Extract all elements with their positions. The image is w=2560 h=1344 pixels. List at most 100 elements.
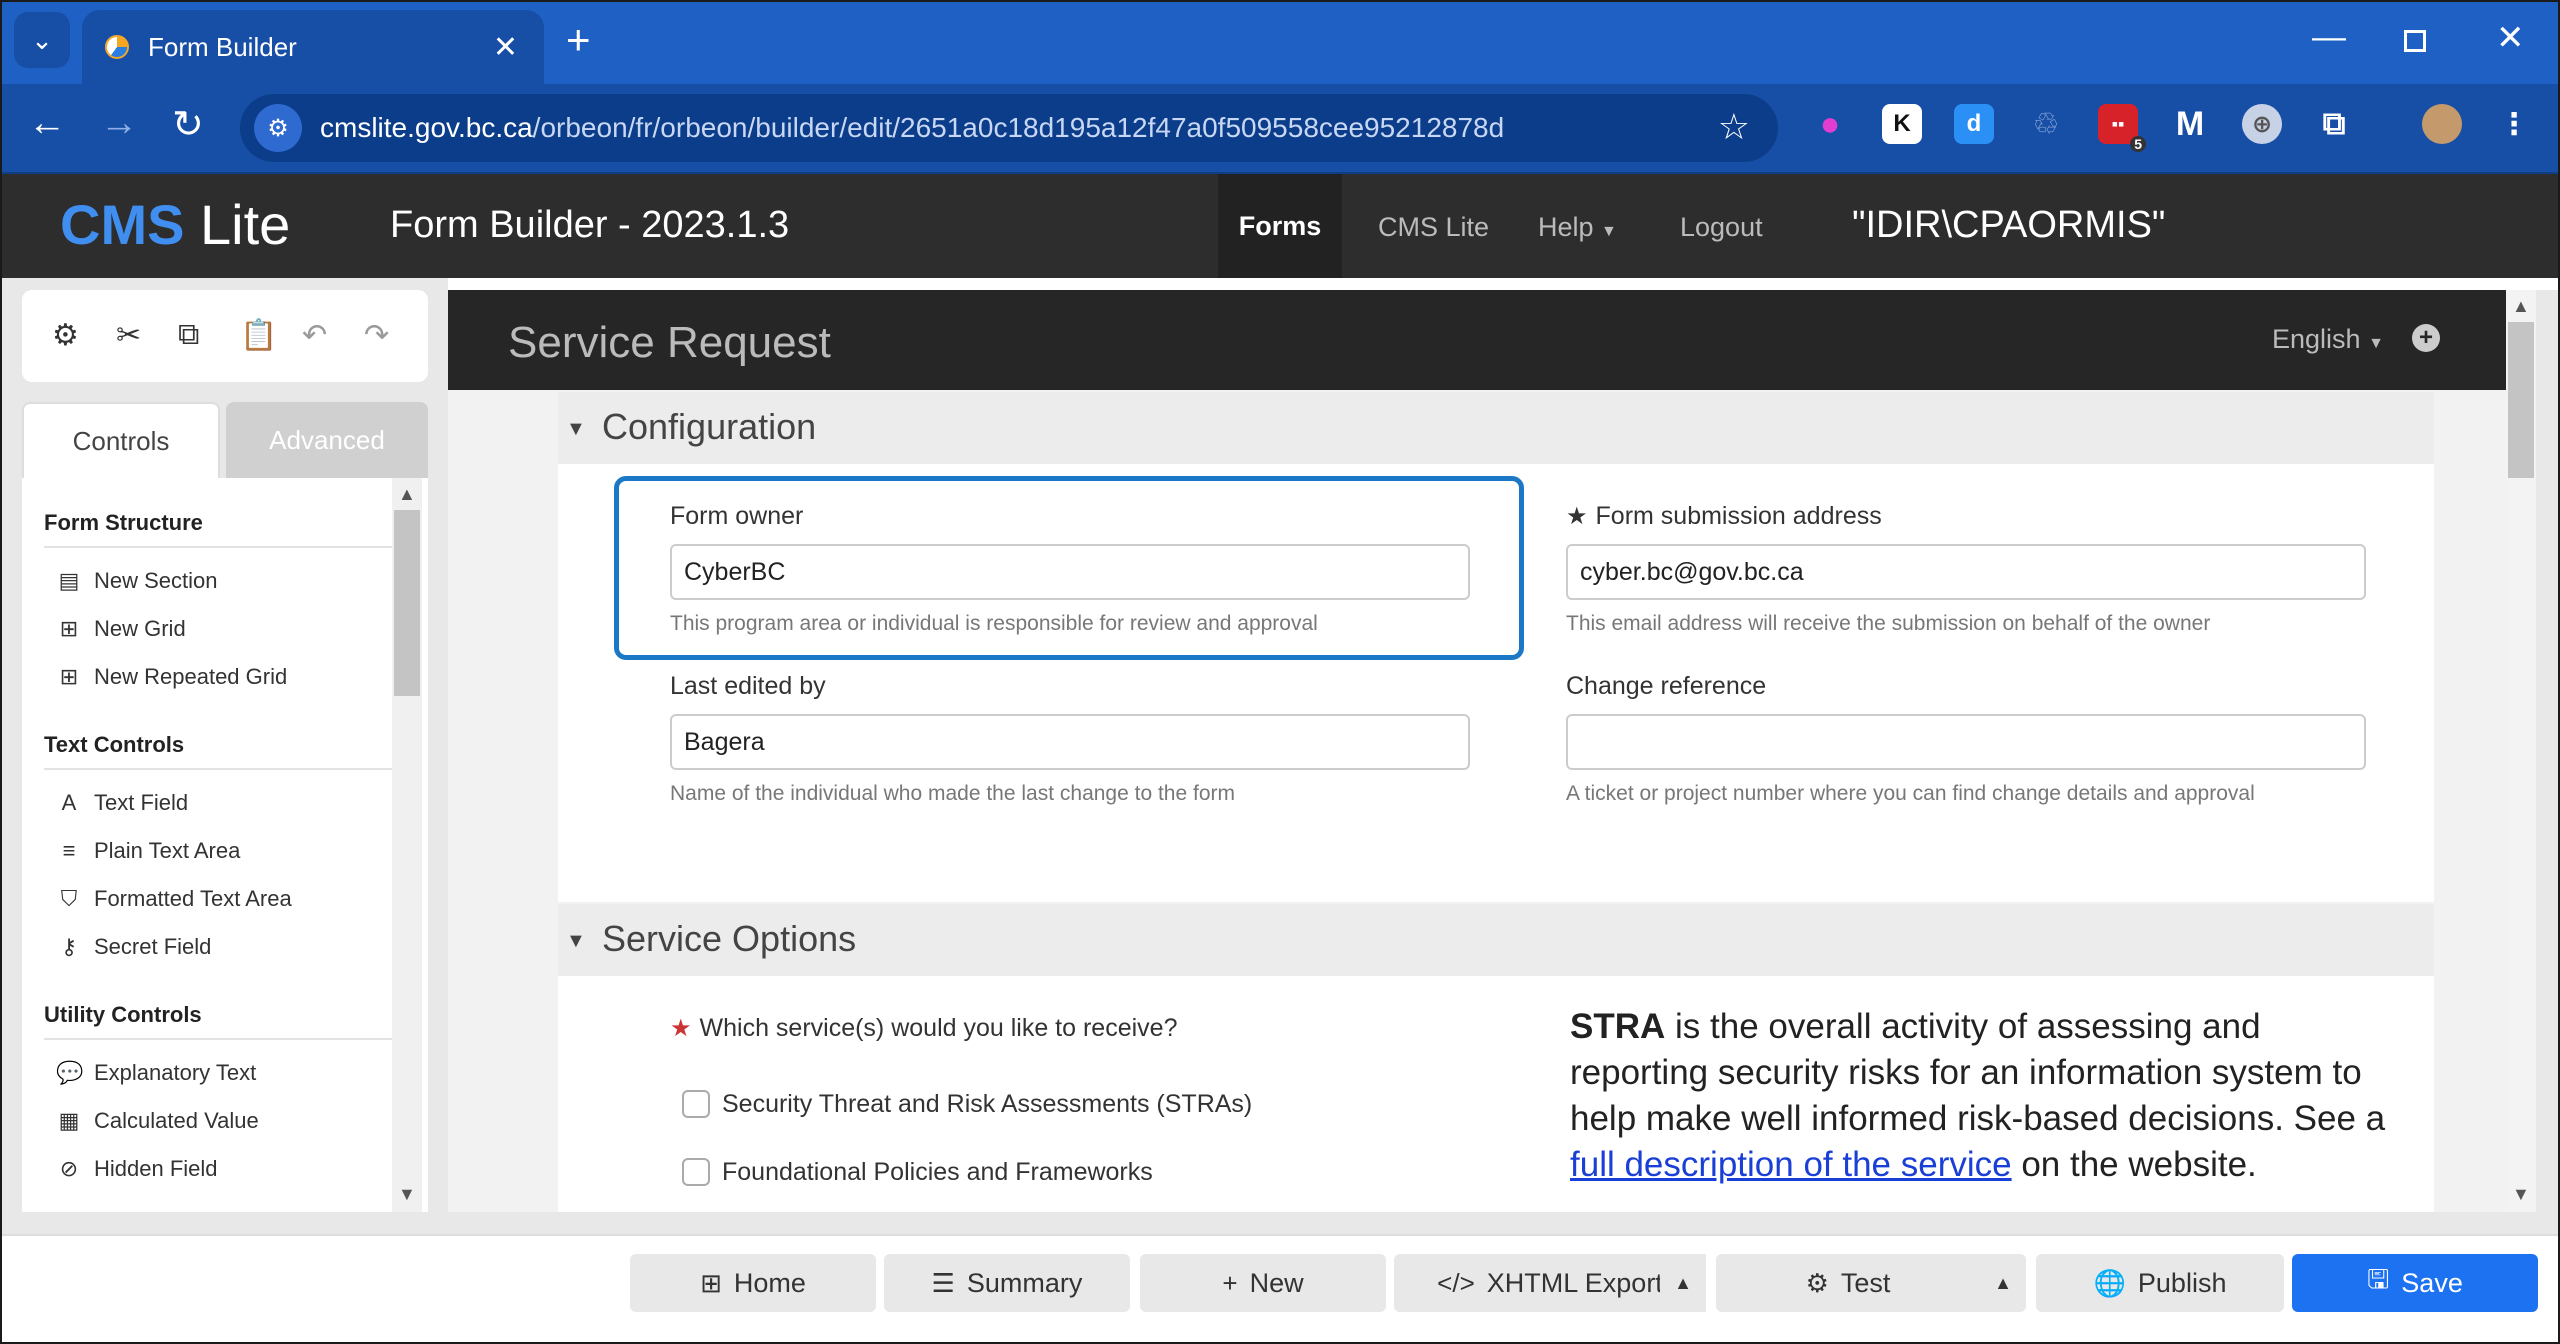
caret-down-icon: ▼ (2368, 335, 2384, 352)
submission-address-help: This email address will receive the subm… (1566, 612, 2211, 635)
redo-icon[interactable]: ↷ (364, 318, 389, 353)
brand-logo[interactable]: CMS Lite (60, 192, 290, 257)
reload-icon[interactable]: ↻ (172, 102, 204, 147)
palette-new-grid[interactable]: ⊞ New Grid (56, 616, 186, 642)
eye-slash-icon: ⊘ (59, 1156, 79, 1181)
publish-button[interactable]: 🌐 Publish (2036, 1254, 2284, 1312)
malwarebytes-icon[interactable]: M (2170, 104, 2210, 144)
browser-menu-icon[interactable]: ⋮ (2494, 104, 2534, 144)
collapse-caret-icon[interactable]: ▼ (566, 930, 586, 953)
explanation-clip: STRA is the overall activity of assessin… (1570, 1004, 2400, 1212)
tab-controls[interactable]: Controls (22, 402, 220, 478)
extension-recycle-icon[interactable]: ♲ (2026, 104, 2066, 144)
nav-logout[interactable]: Logout (1680, 212, 1763, 243)
checkbox-stra[interactable] (682, 1090, 710, 1118)
checkbox-policies-label[interactable]: Foundational Policies and Frameworks (722, 1158, 1153, 1187)
sidebar-tabs: Controls Advanced (22, 402, 428, 478)
firefox-favicon-icon (102, 32, 132, 62)
settings-gears-icon[interactable]: ⚙ (52, 318, 79, 353)
last-edited-help: Name of the individual who made the last… (670, 782, 1235, 805)
list-icon: ☰ (931, 1267, 955, 1298)
palette-explanatory-text[interactable]: 💬 Explanatory Text (56, 1060, 256, 1086)
grid-icon: ⊞ (59, 616, 79, 641)
scroll-down-icon[interactable]: ▼ (2512, 1184, 2530, 1205)
checkbox-policies[interactable] (682, 1158, 710, 1186)
undo-icon[interactable]: ↶ (302, 318, 327, 353)
service-description-link[interactable]: full description of the service (1570, 1145, 2012, 1184)
save-button[interactable]: 🖫 Save (2292, 1254, 2538, 1312)
submission-address-label: ★ Form submission address (1566, 502, 1882, 530)
close-tab-icon[interactable]: ✕ (493, 30, 518, 65)
palette-secret-field[interactable]: ⚷ Secret Field (56, 934, 211, 960)
language-selector[interactable]: English ▼ (2272, 324, 2384, 355)
palette-calculated-value[interactable]: ▦ Calculated Value (56, 1108, 259, 1134)
palette-new-section[interactable]: ▤ New Section (56, 568, 218, 594)
extension-globe-icon[interactable]: ⊕ (2242, 104, 2282, 144)
divider (44, 1038, 394, 1040)
cut-icon[interactable]: ✂ (116, 318, 141, 353)
extensions-puzzle-icon[interactable]: ⧉ (2314, 104, 2354, 144)
paste-icon[interactable]: 📋 (240, 318, 277, 353)
main-scrollbar-thumb[interactable] (2508, 322, 2534, 478)
palette-plain-text-area[interactable]: ≡ Plain Text Area (56, 838, 241, 864)
nav-forms[interactable]: Forms (1218, 174, 1342, 278)
browser-tab[interactable]: Form Builder ✕ (82, 10, 544, 84)
extension-dots-icon[interactable]: ● (1810, 104, 1850, 144)
url-field[interactable]: ⚙ cmslite.gov.bc.ca/orbeon/fr/orbeon/bui… (240, 94, 1778, 162)
collapse-caret-icon[interactable]: ▼ (566, 418, 586, 441)
tab-search-button[interactable]: ⌄ (14, 12, 70, 68)
site-info-icon[interactable]: ⚙ (254, 104, 302, 152)
extension-badge: 5 (2130, 136, 2146, 152)
minimize-window-button[interactable]: — (2312, 18, 2346, 57)
extension-d-icon[interactable]: d (1954, 104, 1994, 144)
submission-address-input[interactable]: cyber.bc@gov.bc.ca (1566, 544, 2366, 600)
copy-icon[interactable]: ⧉ (178, 318, 199, 352)
palette-text-field[interactable]: A Text Field (56, 790, 189, 816)
xhtml-export-dropdown[interactable]: ▲ (1660, 1254, 1706, 1312)
section-configuration-title[interactable]: Configuration (602, 406, 816, 448)
plus-icon: + (1222, 1267, 1238, 1298)
extension-red-icon[interactable]: ▪▪ 5 (2098, 104, 2146, 152)
extension-k-icon[interactable]: K (1882, 104, 1922, 144)
bookmark-star-icon[interactable]: ☆ (1718, 106, 1750, 148)
form-title[interactable]: Service Request (508, 318, 831, 368)
new-button[interactable]: + New (1140, 1254, 1386, 1312)
maximize-window-button[interactable] (2404, 22, 2426, 61)
scroll-up-icon[interactable]: ▲ (398, 484, 416, 505)
palette-scrollbar-thumb[interactable] (394, 510, 420, 696)
align-left-icon: ≡ (62, 838, 76, 863)
nav-help[interactable]: Help ▼ (1538, 212, 1617, 243)
forward-arrow-icon[interactable]: → (100, 102, 138, 145)
repeated-grid-icon: ⊞ (59, 664, 79, 689)
profile-avatar[interactable] (2422, 104, 2462, 144)
home-button[interactable]: ⊞ Home (630, 1254, 876, 1312)
required-star-icon: ★ (1566, 503, 1588, 530)
last-edited-label: Last edited by (670, 672, 826, 700)
back-arrow-icon[interactable]: ← (28, 102, 66, 145)
summary-button[interactable]: ☰ Summary (884, 1254, 1130, 1312)
palette-formatted-text-area[interactable]: ⛉ Formatted Text Area (56, 886, 292, 912)
section-configuration-header[interactable] (558, 392, 2434, 464)
comment-icon: 💬 (56, 1060, 84, 1085)
nav-cms-lite[interactable]: CMS Lite (1378, 212, 1489, 243)
add-language-icon[interactable]: + (2412, 324, 2440, 352)
last-edited-input[interactable]: Bagera (670, 714, 1470, 770)
palette-new-repeated-grid[interactable]: ⊞ New Repeated Grid (56, 664, 287, 690)
gear-icon: ⚙ (1805, 1267, 1829, 1298)
tab-advanced[interactable]: Advanced (226, 402, 428, 478)
tab-title: Form Builder (148, 31, 297, 62)
form-owner-input[interactable]: CyberBC (670, 544, 1470, 600)
scroll-up-icon[interactable]: ▲ (2512, 296, 2530, 317)
test-dropdown[interactable]: ▲ (1980, 1254, 2026, 1312)
close-window-button[interactable]: ✕ (2496, 18, 2525, 58)
url-path: /orbeon/fr/orbeon/builder/edit/2651a0c18… (532, 112, 1505, 143)
checkbox-stra-label[interactable]: Security Threat and Risk Assessments (ST… (722, 1090, 1252, 1119)
group-text-controls: Text Controls (44, 732, 185, 757)
calculator-icon: ▦ (58, 1108, 80, 1133)
change-reference-input[interactable] (1566, 714, 2366, 770)
section-service-options-title[interactable]: Service Options (602, 918, 856, 960)
test-button[interactable]: ⚙ Test (1716, 1254, 1980, 1312)
scroll-down-icon[interactable]: ▼ (398, 1184, 416, 1205)
new-tab-button[interactable]: + (566, 16, 591, 64)
palette-hidden-field[interactable]: ⊘ Hidden Field (56, 1156, 218, 1182)
